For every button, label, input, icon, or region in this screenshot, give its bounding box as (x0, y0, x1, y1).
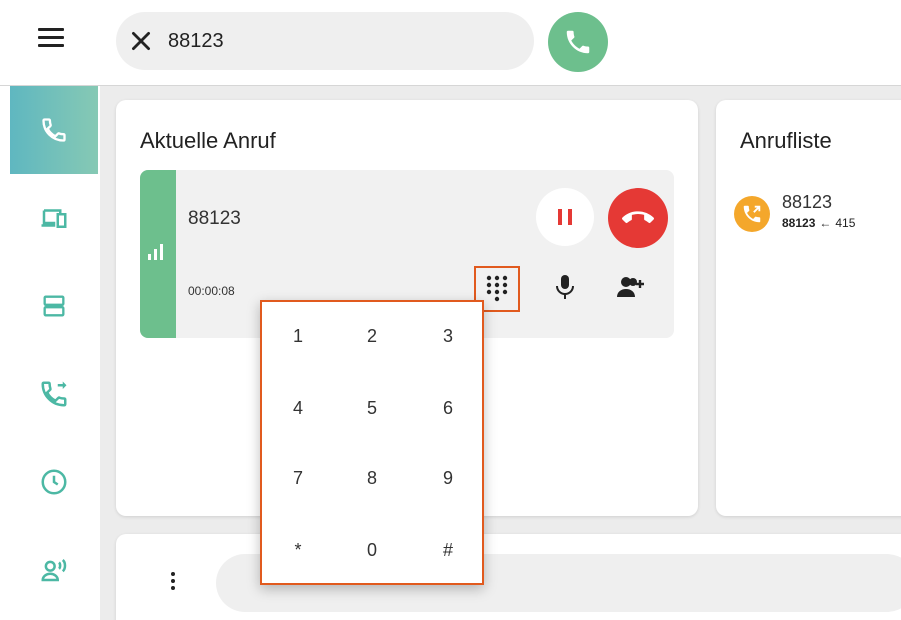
hold-call-button[interactable] (536, 188, 594, 246)
pause-icon (558, 209, 572, 225)
server-icon (43, 295, 65, 317)
hamburger-menu-icon (38, 28, 68, 47)
call-end-icon (622, 211, 654, 224)
more-options-button[interactable] (168, 572, 178, 596)
sidebar-item-servers[interactable] (10, 262, 98, 350)
dialpad-key-hash[interactable]: # (428, 530, 468, 570)
dial-search-bar (116, 12, 534, 70)
microphone-icon (556, 275, 574, 299)
dialpad-key-star[interactable]: * (278, 530, 318, 570)
sidebar-item-call-forwarding[interactable] (10, 350, 98, 438)
hangup-call-button[interactable] (608, 188, 668, 248)
call-list-from: 88123 (782, 216, 816, 230)
current-calls-title: Aktuelle Anruf (140, 128, 276, 153)
dialpad-key-2[interactable]: 2 (352, 316, 392, 356)
add-participant-button[interactable] (608, 264, 654, 310)
outgoing-call-icon (743, 205, 761, 223)
dial-number-input[interactable] (168, 24, 508, 58)
call-status-stripe (140, 170, 176, 338)
sidebar (0, 86, 100, 620)
more-vertical-icon (168, 572, 178, 590)
call-direction-arrow: ← (819, 216, 832, 230)
dialpad-key-3[interactable]: 3 (428, 316, 468, 356)
call-list-item[interactable]: 88123 88123 ← 415 (734, 192, 901, 242)
sidebar-item-voice[interactable] (10, 526, 98, 614)
sidebar-item-devices[interactable] (10, 174, 98, 262)
dialpad-key-1[interactable]: 1 (278, 316, 318, 356)
active-call-number: 88123 (188, 208, 241, 229)
clear-search-button[interactable] (128, 28, 154, 54)
call-list-title: Anrufliste (740, 128, 832, 153)
signal-bars-icon (148, 244, 163, 260)
call-type-avatar (734, 196, 770, 232)
dialpad-key-4[interactable]: 4 (278, 388, 318, 428)
voice-person-icon (41, 559, 67, 582)
dialpad-key-8[interactable]: 8 (352, 458, 392, 498)
active-call-duration: 00:00:08 (188, 284, 235, 298)
mute-microphone-button[interactable] (542, 264, 588, 310)
dialpad-key-5[interactable]: 5 (352, 388, 392, 428)
chat-panel (116, 534, 901, 620)
call-list-panel: Anrufliste 88123 88123 ← 415 (716, 100, 901, 516)
devices-icon (41, 209, 67, 228)
menu-button[interactable] (38, 28, 68, 50)
top-bar (0, 0, 901, 86)
start-call-button[interactable] (548, 12, 608, 72)
dialpad-key-6[interactable]: 6 (428, 388, 468, 428)
phone-icon (42, 118, 66, 142)
call-list-route: 88123 ← 415 (782, 216, 855, 230)
call-forward-icon (41, 381, 67, 407)
add-person-icon (617, 277, 644, 297)
call-list-number: 88123 (782, 192, 833, 212)
dialpad-popup: 1 2 3 4 5 6 7 8 9 * 0 # (260, 300, 484, 585)
clock-icon (41, 469, 67, 495)
phone-icon (566, 30, 590, 54)
sidebar-item-calls[interactable] (10, 86, 98, 174)
sidebar-item-history[interactable] (10, 438, 98, 526)
close-icon (132, 32, 150, 50)
dialpad-icon (486, 275, 508, 302)
dialpad-key-0[interactable]: 0 (352, 530, 392, 570)
dialpad-key-7[interactable]: 7 (278, 458, 318, 498)
call-list-to: 415 (835, 216, 856, 230)
dialpad-key-9[interactable]: 9 (428, 458, 468, 498)
